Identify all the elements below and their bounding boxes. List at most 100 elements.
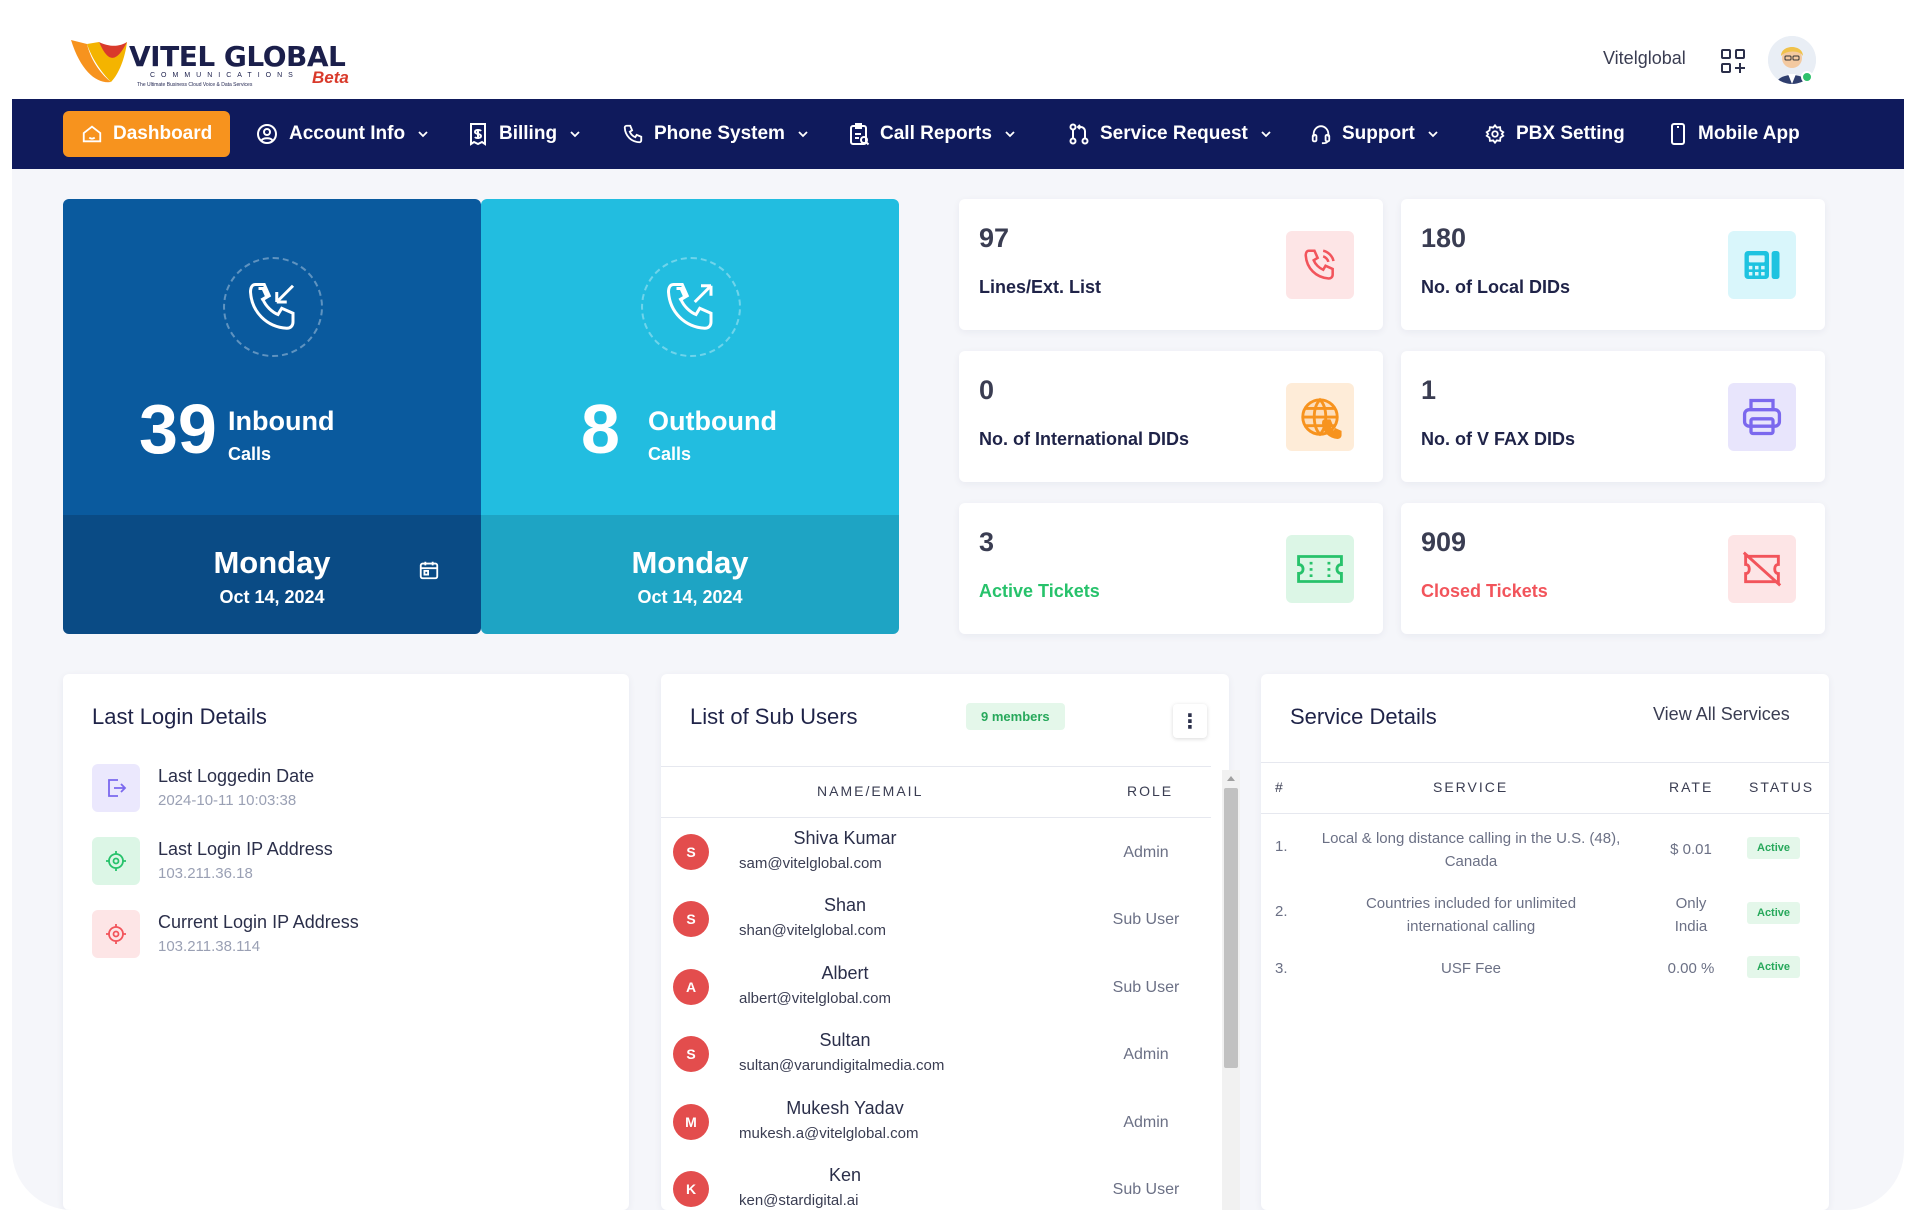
nav-label: Mobile App <box>1698 123 1800 144</box>
nav-pbx-setting[interactable]: PBX Setting <box>1484 111 1625 157</box>
phone-icon <box>623 124 643 144</box>
inbound-date: Oct 14, 2024 <box>219 587 325 607</box>
nav-label: Phone System <box>654 123 785 144</box>
nav-account-info[interactable]: Account Info <box>255 111 429 157</box>
target-icon <box>106 924 126 944</box>
stat-label: No. of Local DIDs <box>1421 277 1571 297</box>
mobile-icon <box>1671 123 1685 145</box>
logo-mark-icon <box>71 40 127 83</box>
table-row[interactable]: S Sultan sultan@varundigitalmedia.com Ad… <box>661 1026 1211 1094</box>
logout-icon <box>108 779 127 797</box>
login-value: 103.211.36.18 <box>158 865 253 882</box>
top-header: VITEL GLOBAL COMMUNICATIONS The Ultimate… <box>12 0 1904 99</box>
stat-card-lines[interactable]: 97 Lines/Ext. List <box>959 199 1383 330</box>
column-header-role: ROLE <box>1127 783 1174 799</box>
stat-value: 909 <box>1421 527 1467 557</box>
service-number: 1. <box>1275 838 1288 855</box>
stat-value: 3 <box>979 527 995 557</box>
nav-label: Call Reports <box>880 123 992 144</box>
stat-icon-box <box>1728 535 1796 603</box>
desk-phone-icon <box>1744 251 1780 279</box>
phone-call-icon <box>1304 249 1335 280</box>
login-row-last-ip: Last Login IP Address 103.211.36.18 <box>92 837 592 897</box>
chevron-down-icon <box>1261 131 1271 138</box>
calendar-icon[interactable] <box>418 559 440 581</box>
nav-dashboard[interactable]: Dashboard <box>63 111 231 157</box>
more-options-icon[interactable]: ⋮ <box>1173 704 1207 738</box>
table-row[interactable]: S Shan shan@vitelglobal.com Sub User <box>661 891 1211 959</box>
outbound-calls-card[interactable]: 8 Outbound Calls Monday Oct 14, 2024 <box>481 199 899 634</box>
home-icon <box>82 125 102 143</box>
stat-label: Active Tickets <box>979 581 1100 601</box>
inbound-sublabel: Calls <box>228 444 272 464</box>
chevron-down-icon <box>1428 131 1438 138</box>
user-initial-avatar: S <box>673 834 709 870</box>
user-name: Mukesh Yadav <box>786 1098 904 1118</box>
last-login-panel: Last Login Details Last Loggedin Date 20… <box>63 674 629 1210</box>
stat-card-intl-dids[interactable]: 0 No. of International DIDs <box>959 351 1383 482</box>
user-initial-avatar: S <box>673 1036 709 1072</box>
inbound-icon-circle <box>223 257 323 357</box>
logo-subtitle: COMMUNICATIONS <box>150 72 299 79</box>
table-row[interactable]: S Shiva Kumar sam@vitelglobal.com Admin <box>661 824 1211 892</box>
incoming-call-icon <box>248 283 295 330</box>
nav-phone-system[interactable]: Phone System <box>622 111 809 157</box>
service-details-panel: Service Details View All Services # SERV… <box>1261 674 1829 1210</box>
user-email: shan@vitelglobal.com <box>739 922 886 939</box>
inbound-card-top: 39 Inbound Calls <box>63 199 481 515</box>
login-icon-box <box>92 764 140 812</box>
table-row[interactable]: A Albert albert@vitelglobal.com Sub User <box>661 959 1211 1027</box>
user-role: Admin <box>1123 1046 1169 1063</box>
service-name: Local & long distance calling in the U.S… <box>1321 830 1621 870</box>
service-name: USF Fee <box>1440 960 1501 977</box>
nav-mobile-app[interactable]: Mobile App <box>1668 111 1800 157</box>
login-label: Current Login IP Address <box>158 912 359 932</box>
scrollbar-thumb[interactable] <box>1224 788 1238 1068</box>
nav-support[interactable]: Support <box>1310 111 1439 157</box>
user-initial-avatar: S <box>673 901 709 937</box>
stat-label: No. of V FAX DIDs <box>1421 429 1576 449</box>
stat-card-vfax-dids[interactable]: 1 No. of V FAX DIDs <box>1401 351 1825 482</box>
report-icon <box>850 123 870 146</box>
stat-card-active-tickets[interactable]: 3 Active Tickets <box>959 503 1383 634</box>
stat-icon-box <box>1728 231 1796 299</box>
apps-grid-icon[interactable] <box>1720 48 1746 74</box>
column-header-rate: RATE <box>1669 779 1714 795</box>
target-icon <box>106 851 126 871</box>
stat-value: 180 <box>1421 223 1467 253</box>
service-number: 3. <box>1275 960 1288 977</box>
app-window: VITEL GLOBAL COMMUNICATIONS The Ultimate… <box>12 0 1904 1210</box>
stat-card-closed-tickets[interactable]: 909 Closed Tickets <box>1401 503 1825 634</box>
column-header-number: # <box>1275 779 1285 795</box>
table-row[interactable]: M Mukesh Yadav mukesh.a@vitelglobal.com … <box>661 1094 1211 1162</box>
stat-icon-box <box>1286 383 1354 451</box>
logo-tagline: The Ultimate Business Cloud Voice & Data… <box>137 82 253 88</box>
user-initial-avatar: M <box>673 1104 709 1140</box>
table-row[interactable]: K Ken ken@stardigital.ai Sub User <box>661 1161 1211 1210</box>
status-badge: Active <box>1747 902 1801 924</box>
user-email: ken@stardigital.ai <box>739 1192 859 1209</box>
inbound-calls-card[interactable]: 39 Inbound Calls Monday Oct 14, 2024 <box>63 199 481 634</box>
scroll-up-icon[interactable] <box>1226 774 1236 782</box>
stat-card-local-dids[interactable]: 180 No. of Local DIDs <box>1401 199 1825 330</box>
nav-label: Service Request <box>1100 123 1248 144</box>
nav-call-reports[interactable]: Call Reports <box>848 111 1016 157</box>
sub-users-panel: List of Sub Users 9 members ⋮ NAME/EMAIL… <box>661 674 1229 1210</box>
login-value: 2024-10-11 10:03:38 <box>158 792 297 809</box>
nav-billing[interactable]: Billing <box>467 111 581 157</box>
user-name[interactable]: Vitelglobal <box>1603 48 1686 69</box>
ticket-icon <box>1297 555 1343 583</box>
status-badge: Active <box>1747 956 1801 978</box>
stat-label: Lines/Ext. List <box>979 277 1102 297</box>
view-all-services-link[interactable]: View All Services <box>1653 704 1790 725</box>
outbound-card-bottom: Monday Oct 14, 2024 <box>481 515 899 634</box>
brand-logo[interactable]: VITEL GLOBAL COMMUNICATIONS The Ultimate… <box>67 30 357 90</box>
nav-label: Account Info <box>289 123 406 144</box>
inbound-label: Inbound <box>228 406 335 436</box>
nav-service-request[interactable]: Service Request <box>1068 111 1272 157</box>
beta-label: Beta <box>312 68 349 87</box>
nav-label: PBX Setting <box>1516 123 1625 144</box>
user-name: Albert <box>821 963 869 983</box>
stat-value: 1 <box>1421 375 1437 405</box>
login-label: Last Login IP Address <box>158 839 333 859</box>
